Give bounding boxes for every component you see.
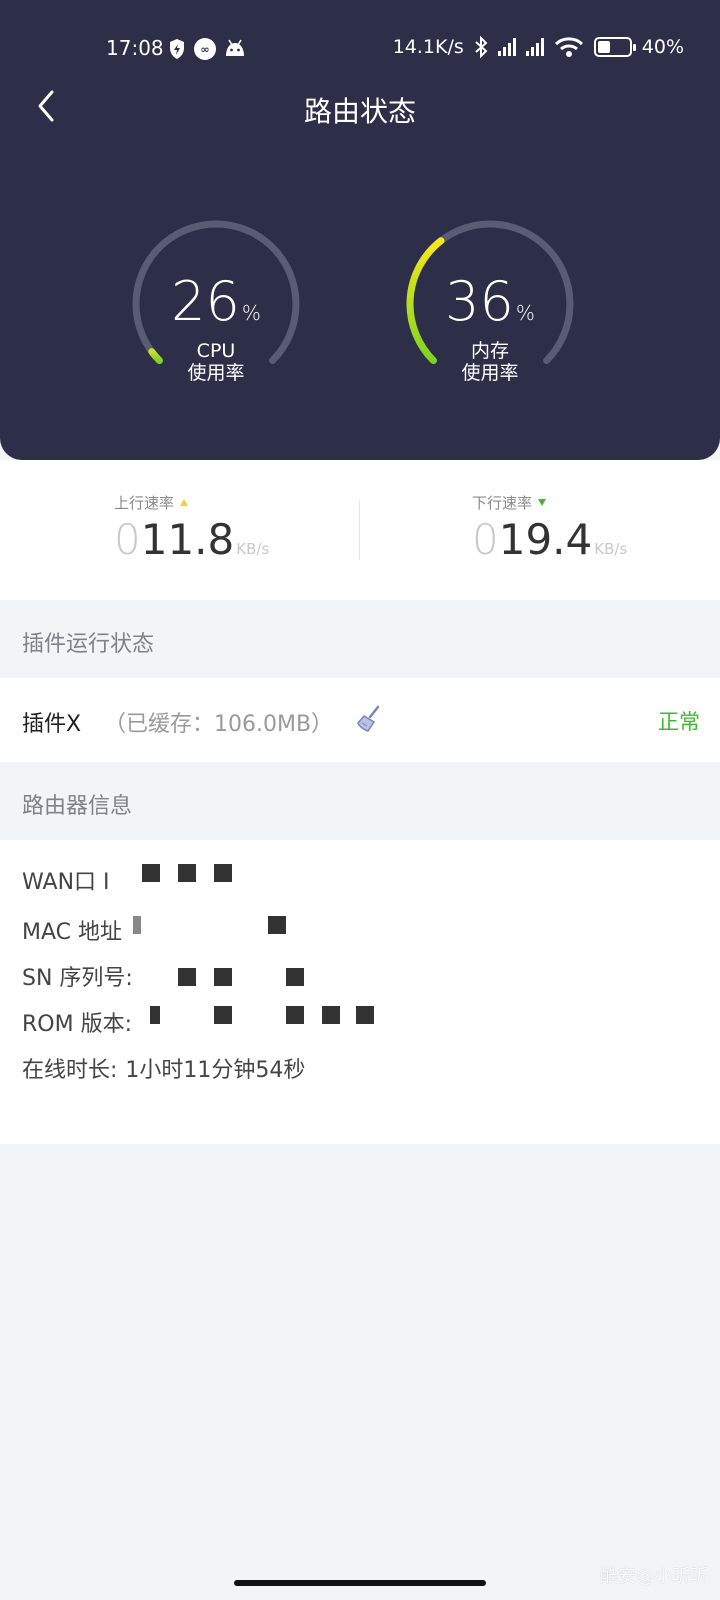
mac-row: MAC 地址 [22, 914, 122, 946]
status-icons-right: 14.1K/s 40% [393, 36, 684, 58]
redaction-mark [133, 916, 141, 934]
redaction-mark [214, 1006, 232, 1024]
rom-row: ROM 版本: [22, 1006, 132, 1038]
android-icon [226, 39, 244, 56]
cpu-gauge: 26% CPU 使用率 [126, 214, 306, 394]
router-info-section: WAN口 I MAC 地址 SN 序列号: ROM 版本: 在线时长: 1小时1… [0, 840, 720, 1144]
redaction-mark [268, 916, 286, 934]
uptime-row: 在线时长: 1小时11分钟54秒 [22, 1052, 305, 1084]
redaction-mark [286, 968, 304, 986]
status-icons-left: ∞ [168, 38, 246, 60]
bluetooth-icon [475, 36, 488, 58]
wan-label: WAN口 I [22, 870, 110, 895]
home-indicator[interactable] [234, 1580, 486, 1586]
memory-label: 内存 使用率 [461, 340, 519, 384]
upload-label: 上行速率 [114, 492, 269, 513]
page-title: 路由状态 [303, 95, 416, 128]
upload-speed: 上行速率 0 11.8 KB/s [114, 492, 269, 564]
download-label: 下行速率 [472, 492, 627, 513]
download-arrow-icon [538, 499, 547, 506]
redaction-mark [214, 968, 232, 986]
redaction-mark [142, 864, 160, 882]
memory-gauge: 36% 内存 使用率 [400, 214, 580, 394]
redaction-mark [214, 864, 232, 882]
plugin-cache: （已缓存：106.0MB） [104, 712, 334, 737]
speed-section: 上行速率 0 11.8 KB/s 下行速率 0 19.4 KB/s [0, 460, 720, 600]
uptime-value: 1小时11分钟54秒 [125, 1058, 306, 1083]
plugin-name: 插件X [22, 712, 82, 737]
status-bar: 17:08 ∞ 14.1K/s 40% [0, 30, 720, 70]
redaction-mark [150, 1006, 160, 1024]
plugin-section-header: 插件运行状态 [0, 600, 720, 678]
battery-percent: 40% [641, 36, 684, 58]
redaction-mark [178, 968, 196, 986]
broom-icon[interactable] [354, 704, 384, 734]
uptime-label: 在线时长: [22, 1058, 118, 1083]
router-section-title: 路由器信息 [22, 794, 133, 819]
sn-row: SN 序列号: [22, 960, 133, 992]
redaction-mark [356, 1006, 374, 1024]
watermark: 酷安@小昕昕 [600, 1566, 708, 1587]
plugin-status: 正常 [658, 710, 700, 734]
download-value: 0 19.4 KB/s [472, 515, 628, 564]
rom-label: ROM 版本: [22, 1012, 132, 1037]
signal-icon [525, 38, 544, 56]
router-section-header: 路由器信息 [0, 762, 720, 840]
redaction-mark [322, 1006, 340, 1024]
redaction-mark [286, 1006, 304, 1024]
plugin-section-title: 插件运行状态 [22, 632, 155, 657]
sn-label: SN 序列号: [22, 966, 133, 991]
battery-icon [593, 37, 636, 57]
speed-divider [359, 500, 360, 560]
wan-row: WAN口 I [22, 864, 110, 896]
header-panel: 17:08 ∞ 14.1K/s 40% 路由状态 26 % CPU 使用率 36… [0, 0, 720, 460]
download-speed: 下行速率 0 19.4 KB/s [472, 492, 627, 564]
upload-arrow-icon [180, 499, 189, 506]
network-speed: 14.1K/s [392, 36, 464, 58]
cpu-value: 26% [171, 270, 261, 333]
status-time: 17:08 [106, 36, 164, 60]
mac-label: MAC 地址 [22, 920, 122, 945]
signal-hd-icon [497, 38, 516, 56]
wifi-icon [554, 37, 583, 57]
memory-value: 36% [445, 270, 535, 333]
shield-icon [170, 39, 184, 59]
upload-value: 0 11.8 KB/s [114, 515, 270, 564]
plugin-row[interactable]: 插件X （已缓存：106.0MB） 正常 [0, 678, 720, 762]
cpu-label: CPU 使用率 [187, 340, 245, 384]
infinity-icon: ∞ [194, 38, 216, 60]
redaction-mark [178, 864, 196, 882]
